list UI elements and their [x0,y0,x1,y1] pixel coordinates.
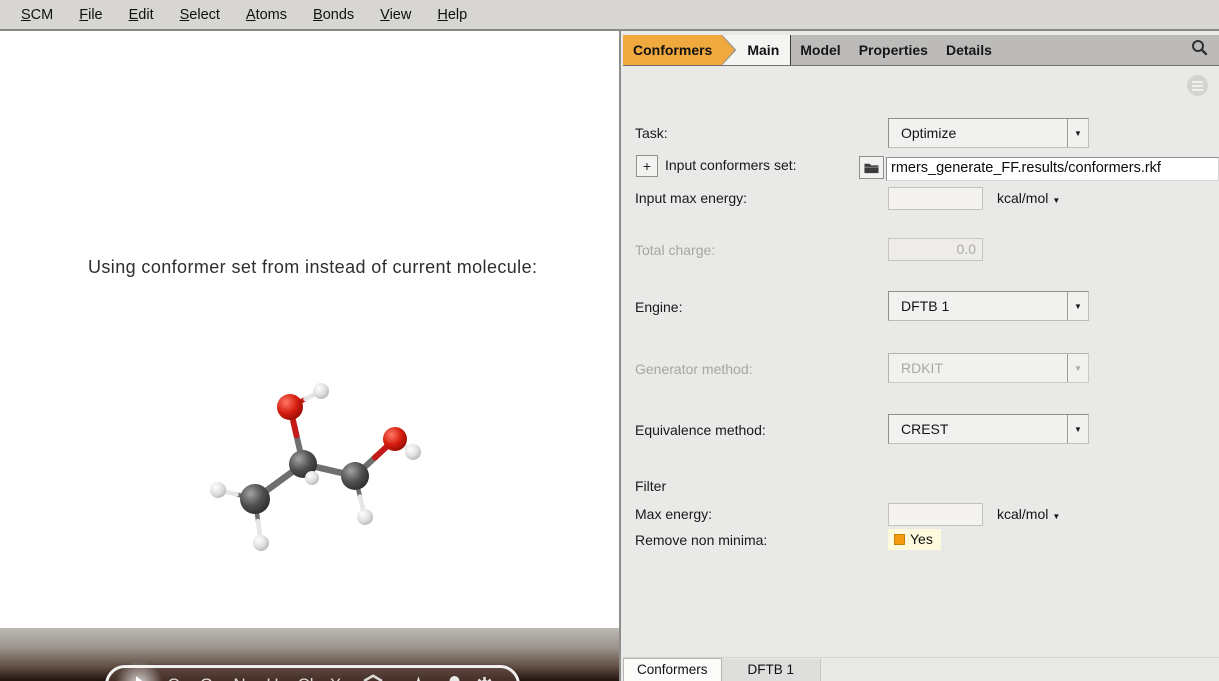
task-value: Optimize [889,125,1067,141]
equivalence-method-value: CREST [889,421,1067,437]
panel-tab-bar: Conformers Main Model Properties Details [623,35,1219,66]
molecule-viewer[interactable]: Using conformer set from instead of curr… [0,31,621,681]
tab-main[interactable]: Main [736,35,791,65]
dropdown-arrow-icon: ▼ [1052,512,1060,521]
menu-view[interactable]: View [369,3,422,27]
bottom-tab-dftb[interactable]: DFTB 1 [722,659,822,681]
generator-method-value: RDKIT [889,360,1067,376]
engine-dropdown[interactable]: DFTB 1 ▼ [888,291,1089,321]
generator-method-dropdown: RDKIT ▼ [888,353,1089,383]
total-charge-label: Total charge: [635,242,715,258]
equivalence-method-label: Equivalence method: [635,422,766,438]
viewer-message: Using conformer set from instead of curr… [88,257,537,278]
menu-bar: SCM File Edit Select Atoms Bonds View He… [0,0,1219,31]
input-max-energy-label: Input max energy: [635,190,747,206]
element-picker-button[interactable]: X▼ [322,675,356,681]
menu-scm[interactable]: SCM [10,3,64,27]
element-n-button[interactable]: N [223,675,256,681]
input-conformers-label: Input conformers set: [665,157,797,173]
panel-menu-icon[interactable] [1187,75,1208,96]
app-tab-conformers[interactable]: Conformers [623,35,736,65]
total-charge-field: 0.0 [888,238,983,261]
menu-help[interactable]: Help [426,3,478,27]
max-energy-label: Max energy: [635,506,712,522]
conformers-file-input[interactable]: rmers_generate_FF.results/conformers.rkf [886,157,1219,181]
dropdown-arrow-icon: ▼ [1067,354,1088,382]
bottom-tab-conformers[interactable]: Conformers [623,658,722,681]
add-conformers-set-button[interactable]: + [636,155,658,177]
ring-tool-icon[interactable] [356,674,389,681]
engine-value: DFTB 1 [889,298,1067,314]
oxygen-atom [277,394,303,420]
search-icon[interactable] [1191,39,1208,61]
hydrogen-atom [305,471,319,485]
probe-tool-icon[interactable] [435,674,468,681]
molecule-3d-model[interactable] [178,359,458,569]
hydrogen-atom [313,383,329,399]
remove-non-minima-label: Remove non minima: [635,532,767,548]
tab-model[interactable]: Model [791,35,849,65]
tab-properties[interactable]: Properties [850,35,937,65]
menu-edit[interactable]: Edit [118,3,165,27]
remove-non-minima-value: Yes [910,531,933,547]
hydrogen-atom [253,535,269,551]
conformers-settings-panel: Conformers Main Model Properties Details… [623,31,1219,681]
element-o-button[interactable]: O [190,675,223,681]
hydrogen-atom [357,509,373,525]
filter-section-label: Filter [635,478,666,494]
tab-left-group: Conformers Main [623,35,791,65]
task-dropdown[interactable]: Optimize ▼ [888,118,1089,148]
carbon-atom [240,484,270,514]
browse-folder-icon[interactable] [859,156,884,179]
structures-tool-icon[interactable]: ★ [402,675,435,681]
menu-file[interactable]: File [68,3,113,27]
element-h-button[interactable]: H [256,675,289,681]
generator-method-label: Generator method: [635,361,753,377]
carbon-atom [341,462,369,490]
settings-gear-icon[interactable] [468,675,501,681]
tab-details[interactable]: Details [937,35,1001,65]
menu-bonds[interactable]: Bonds [302,3,365,27]
dropdown-arrow-icon[interactable]: ▼ [1067,119,1088,147]
equivalence-method-dropdown[interactable]: CREST ▼ [888,414,1089,444]
element-cl-button[interactable]: Cl [289,675,322,681]
element-c-button[interactable]: C [157,675,190,681]
checkbox-checked-icon [894,534,905,545]
input-max-energy-unit[interactable]: kcal/mol▼ [997,190,1060,206]
max-energy-unit[interactable]: kcal/mol▼ [997,506,1060,522]
hydrogen-atom [210,482,226,498]
input-max-energy-field[interactable] [888,187,983,210]
engine-label: Engine: [635,299,682,315]
element-toolbar: C O N H Cl X▼ ★ [105,665,520,681]
hydrogen-atom [405,444,421,460]
dropdown-arrow-icon: ▼ [1052,196,1060,205]
menu-select[interactable]: Select [169,3,231,27]
oxygen-atom [383,427,407,451]
max-energy-field[interactable] [888,503,983,526]
remove-non-minima-checkbox[interactable]: Yes [888,529,941,550]
task-label: Task: [635,125,668,141]
app-tab-outline: Conformers [623,35,736,65]
dropdown-arrow-icon[interactable]: ▼ [1067,415,1088,443]
ams-conformers-window: SCM File Edit Select Atoms Bonds View He… [0,0,1219,681]
dropdown-arrow-icon[interactable]: ▼ [1067,292,1088,320]
menu-atoms[interactable]: Atoms [235,3,298,27]
pointer-tool-icon[interactable] [124,675,157,681]
bottom-tab-bar: Conformers DFTB 1 [623,657,1219,681]
